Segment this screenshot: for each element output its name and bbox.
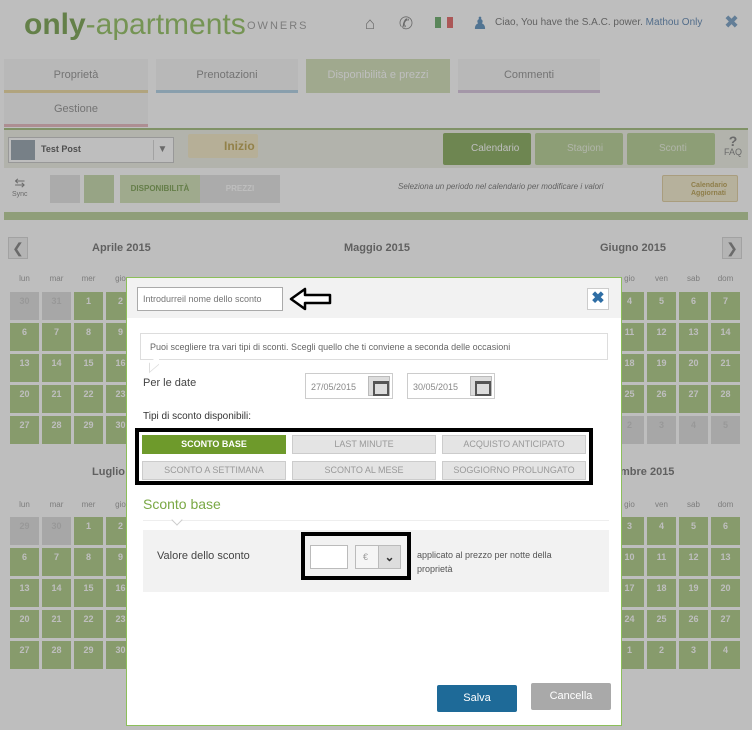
- discount-value-panel: Valore dello sconto € ⌄ applicato al prez…: [143, 530, 609, 592]
- currency-select[interactable]: € ⌄: [355, 545, 401, 569]
- date-to-field[interactable]: 30/05/2015: [407, 373, 495, 399]
- type-soggiorno-prolungato[interactable]: SOGGIORNO PROLUNGATO: [442, 461, 586, 480]
- type-sconto-base[interactable]: SCONTO BASE: [142, 435, 286, 454]
- cancel-button[interactable]: Cancella: [531, 683, 611, 710]
- currency-value: €: [363, 552, 369, 562]
- calendar-icon[interactable]: [470, 376, 492, 396]
- discount-name-input[interactable]: [137, 287, 283, 311]
- per-le-date-label: Per le date: [143, 377, 197, 389]
- date-from-value: 27/05/2015: [311, 382, 357, 392]
- type-acquisto-anticipato[interactable]: ACQUISTO ANTICIPATO: [442, 435, 586, 454]
- applied-note: applicato al prezzo per notte della prop…: [417, 550, 552, 574]
- info-message: Puoi scegliere tra vari tipi di sconti. …: [140, 333, 608, 360]
- date-from-field[interactable]: 27/05/2015: [305, 373, 393, 399]
- close-icon[interactable]: ✖: [587, 288, 609, 310]
- section-title: Sconto base: [143, 496, 221, 512]
- date-to-value: 30/05/2015: [413, 382, 459, 392]
- section-tail: [171, 514, 183, 526]
- type-last-minute[interactable]: LAST MINUTE: [292, 435, 436, 454]
- valore-label: Valore dello sconto: [157, 550, 250, 562]
- discount-value-input[interactable]: [310, 545, 348, 569]
- type-sconto-mese[interactable]: SCONTO AL MESE: [292, 461, 436, 480]
- type-sconto-settimana[interactable]: SCONTO A SETTIMANA: [142, 461, 286, 480]
- discount-value-group: € ⌄: [301, 532, 411, 580]
- discount-types-group: SCONTO BASE LAST MINUTE ACQUISTO ANTICIP…: [135, 428, 593, 485]
- calendar-icon[interactable]: [368, 376, 390, 396]
- section-divider: [143, 520, 609, 521]
- chevron-down-icon[interactable]: ⌄: [378, 546, 400, 568]
- discount-modal: ✖ Puoi scegliere tra vari tipi di sconti…: [126, 277, 622, 726]
- arrow-left-icon: [289, 287, 332, 311]
- save-button[interactable]: Salva: [437, 685, 517, 712]
- discount-types-label: Tipi di sconto disponibili:: [143, 411, 252, 422]
